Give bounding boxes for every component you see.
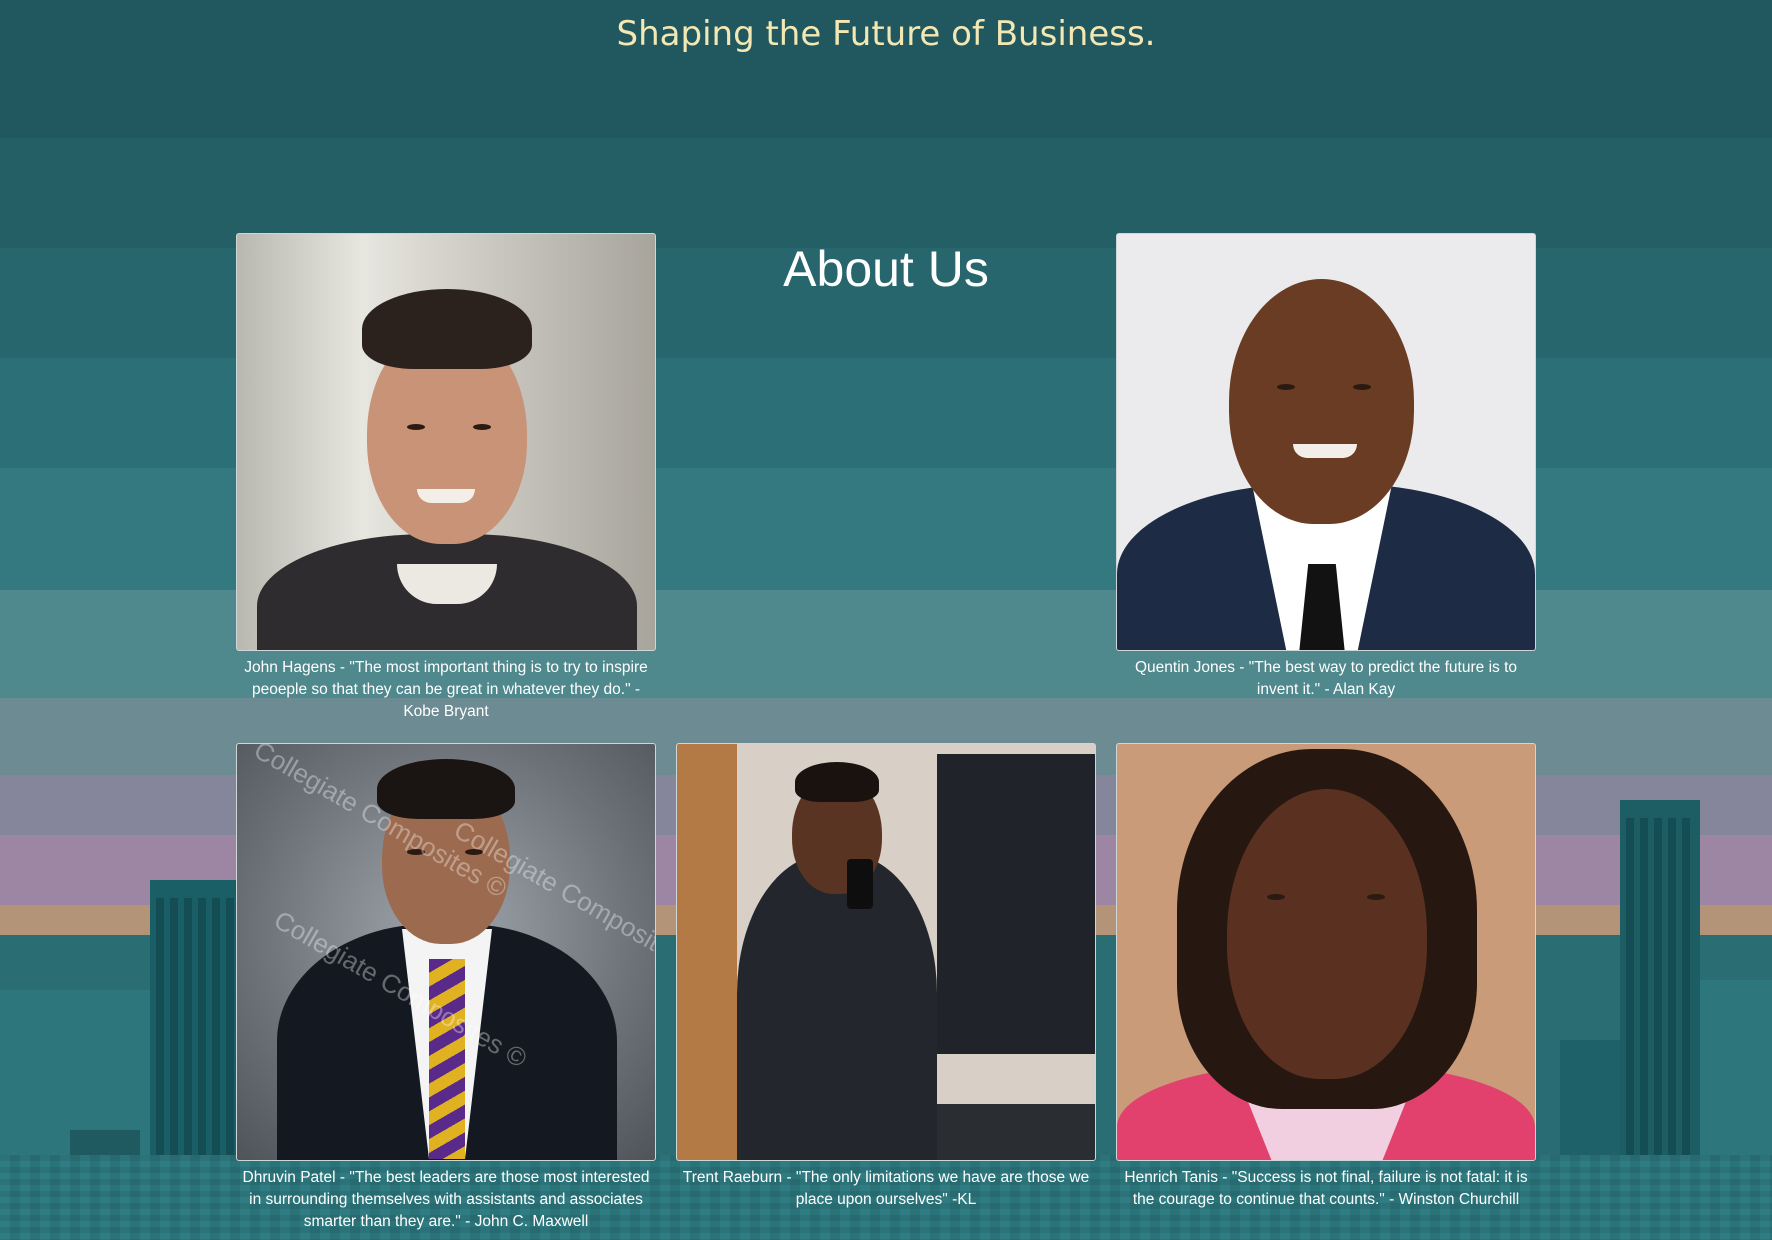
member-quote-caption: Henrich Tanis - "Success is not final, f… (1124, 1169, 1528, 1208)
member-photo: Collegiate Composites © Collegiate Compo… (236, 743, 656, 1161)
member-photo (1116, 743, 1536, 1161)
about-page: Shaping the Future of Business. About Us… (0, 0, 1772, 1240)
site-title: Shaping the Future of Business. (616, 14, 1156, 54)
team-member-card: Collegiate Composites © Collegiate Compo… (236, 743, 656, 1233)
member-quote-caption: Trent Raeburn - "The only limitations we… (682, 1169, 1090, 1208)
member-photo (676, 743, 1096, 1161)
team-member-card: John Hagens - "The most important thing … (236, 233, 656, 723)
team-member-card: Quentin Jones - "The best way to predict… (1116, 233, 1536, 701)
member-photo (236, 233, 656, 651)
team-member-card: Trent Raeburn - "The only limitations we… (676, 743, 1096, 1211)
member-quote-caption: Quentin Jones - "The best way to predict… (1134, 659, 1517, 698)
member-photo (1116, 233, 1536, 651)
team-member-card: Henrich Tanis - "Success is not final, f… (1116, 743, 1536, 1211)
member-quote-caption: John Hagens - "The most important thing … (244, 659, 648, 720)
member-quote-caption: Dhruvin Patel - "The best leaders are th… (242, 1169, 650, 1230)
